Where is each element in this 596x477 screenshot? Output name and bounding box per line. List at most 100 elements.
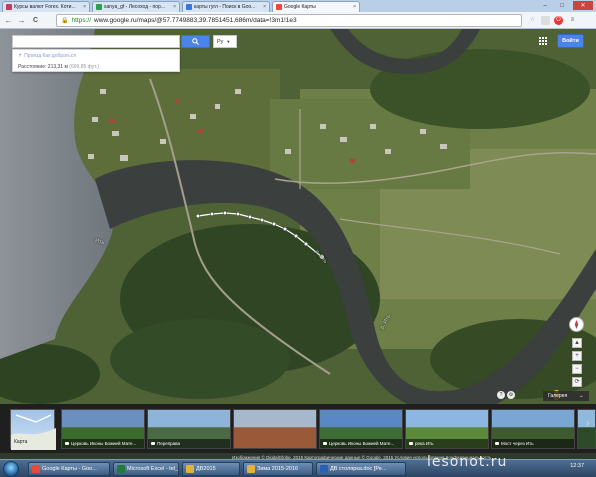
- camera-icon: [151, 442, 155, 445]
- taskbar-label: ДВ2015: [196, 466, 216, 472]
- rotate-button[interactable]: ⟳: [572, 377, 582, 387]
- minimize-button[interactable]: –: [537, 1, 553, 10]
- watermark: lesonot.ru: [427, 454, 508, 470]
- language-select[interactable]: Ру ▼: [213, 35, 237, 48]
- menu-icon[interactable]: ≡: [568, 16, 577, 25]
- chevron-down-icon: ⌄: [579, 393, 584, 399]
- directions-label: Проезд Как добраться: [24, 53, 76, 59]
- compass-icon[interactable]: [569, 317, 584, 332]
- lock-icon: 🔒: [61, 18, 69, 24]
- tab-google-search[interactable]: карты гугл - Поиск в Goo... ×: [182, 1, 270, 12]
- forward-button[interactable]: →: [17, 16, 26, 25]
- back-button[interactable]: ←: [4, 16, 13, 25]
- extension-icon[interactable]: [541, 16, 550, 25]
- apps-grid-icon[interactable]: [539, 37, 547, 45]
- chevron-down-icon: ▼: [226, 39, 231, 44]
- directions-icon: ↱: [18, 53, 23, 59]
- tab-label: Курсы валют Forex. Коти...: [14, 4, 76, 10]
- zoom-in-button[interactable]: +: [572, 351, 582, 361]
- close-tab-icon[interactable]: ×: [173, 4, 176, 10]
- favicon-icon: [186, 4, 192, 10]
- distance-readout: Расстояние: 213,31 м (699,85 фут.): [18, 64, 99, 70]
- camera-icon: [495, 442, 499, 445]
- distance-feet: (699,85 фут.): [69, 64, 99, 70]
- distance-meters: Расстояние: 213,31 м: [18, 64, 68, 70]
- gallery-label: Галерея: [548, 393, 568, 399]
- favicon-icon: [276, 4, 282, 10]
- opera-icon[interactable]: O: [554, 16, 563, 25]
- clock[interactable]: 12:37: [570, 463, 584, 469]
- close-tab-icon[interactable]: ×: [83, 4, 86, 10]
- close-window-button[interactable]: ✕: [573, 1, 593, 10]
- tab-bar: Курсы валют Forex. Коти... × sanya_gf - …: [0, 0, 596, 12]
- compass-needle-icon: [574, 320, 579, 329]
- photo-caption: Церковь Иконы Божией Мате...: [62, 439, 144, 448]
- maximize-button[interactable]: □: [554, 1, 570, 10]
- tilt-button[interactable]: ▲: [572, 338, 582, 348]
- camera-icon: [323, 442, 327, 445]
- photo-thumbnail[interactable]: Церковь Иконы Божией Мате...: [319, 409, 403, 449]
- chevron-right-icon[interactable]: ›: [586, 418, 589, 429]
- taskbar-label: Google Карты - Goo...: [42, 466, 97, 472]
- app-icon: [247, 465, 255, 473]
- close-tab-icon[interactable]: ×: [263, 4, 266, 10]
- address-bar-row: ← → C 🔒 https://www.google.ru/maps/@57.7…: [0, 12, 596, 29]
- taskbar-button[interactable]: Google Карты - Goo...: [28, 462, 110, 476]
- map-tools: ? ⚙: [497, 391, 515, 399]
- taskbar-button[interactable]: ДВ2015: [182, 462, 240, 476]
- url-path: www.google.ru/maps/@57.7749883,39.785145…: [94, 17, 297, 24]
- gallery-toggle[interactable]: Галерея ⌄: [543, 391, 589, 401]
- tab-lesohod[interactable]: sanya_gf - Лесоход - пор... ×: [92, 1, 180, 12]
- map-imagery: [0, 29, 596, 404]
- app-icon: [320, 465, 328, 473]
- reload-button[interactable]: C: [31, 16, 40, 25]
- taskbar-button[interactable]: Зима 2015-2016: [243, 462, 313, 476]
- search-button[interactable]: [181, 35, 210, 48]
- help-icon[interactable]: ?: [497, 391, 505, 399]
- star-icon[interactable]: ☆: [528, 16, 537, 25]
- taskbar-button[interactable]: ДВ столярка.doc [Ре...: [316, 462, 406, 476]
- map-mode-thumbnail[interactable]: Карта: [10, 409, 56, 450]
- camera-icon: [65, 442, 69, 445]
- camera-icon: [409, 442, 413, 445]
- app-icon: [186, 465, 194, 473]
- favicon-icon: [96, 4, 102, 10]
- tab-forex[interactable]: Курсы валют Forex. Коти... ×: [2, 1, 90, 12]
- taskbar-label: ДВ столярка.doc [Ре...: [330, 466, 387, 472]
- photo-caption-text: Церковь Иконы Божией Мате...: [329, 441, 395, 446]
- photo-thumbnail[interactable]: Церковь Иконы Божией Мате...: [61, 409, 145, 449]
- photo-thumbnail[interactable]: Мост через Ить: [491, 409, 575, 449]
- system-tray: 12:37: [520, 462, 596, 476]
- favicon-icon: [6, 4, 12, 10]
- photo-thumbnail[interactable]: река Ить: [405, 409, 489, 449]
- start-button[interactable]: [3, 461, 19, 477]
- photo-caption-text: Переправа: [157, 441, 181, 446]
- photo-strip: Карта Церковь Иконы Божией Мате... Перепр…: [0, 404, 596, 453]
- zoom-out-button[interactable]: −: [572, 364, 582, 374]
- signin-button[interactable]: Войти: [557, 34, 584, 48]
- photo-caption: Переправа: [148, 439, 230, 448]
- photo-caption: Церковь Иконы Божией Мате...: [320, 439, 402, 448]
- photo-thumbnail[interactable]: Переправа: [147, 409, 231, 449]
- satellite-map[interactable]: Ить р. Ить р. Ить: [0, 29, 596, 404]
- photo-caption: Мост через Ить: [492, 439, 574, 448]
- photo-thumbnail[interactable]: [577, 409, 596, 449]
- search-input[interactable]: [12, 35, 180, 48]
- directions-link[interactable]: ↱ Проезд Как добраться: [18, 53, 76, 59]
- close-tab-icon[interactable]: ×: [353, 4, 356, 10]
- settings-icon[interactable]: ⚙: [507, 391, 515, 399]
- screen: Курсы валют Forex. Коти... × sanya_gf - …: [0, 0, 596, 477]
- url-scheme: https://: [71, 17, 91, 24]
- photo-caption-text: река Ить: [415, 441, 434, 446]
- photo-thumbnail[interactable]: [233, 409, 317, 449]
- search-icon: [192, 38, 199, 45]
- distance-card: ↱ Проезд Как добраться Расстояние: 213,3…: [12, 49, 180, 72]
- photo-caption-text: Церковь Иконы Божией Мате...: [71, 441, 137, 446]
- app-icon: [117, 465, 125, 473]
- tab-google-maps[interactable]: Google Карты ×: [272, 1, 360, 12]
- taskbar-button[interactable]: Microsoft Excel - tel_...: [113, 462, 179, 476]
- taskbar-label: Зима 2015-2016: [257, 466, 299, 472]
- url-input[interactable]: 🔒 https://www.google.ru/maps/@57.7749883…: [56, 14, 522, 27]
- app-icon: [32, 465, 40, 473]
- language-value: Ру: [217, 38, 224, 45]
